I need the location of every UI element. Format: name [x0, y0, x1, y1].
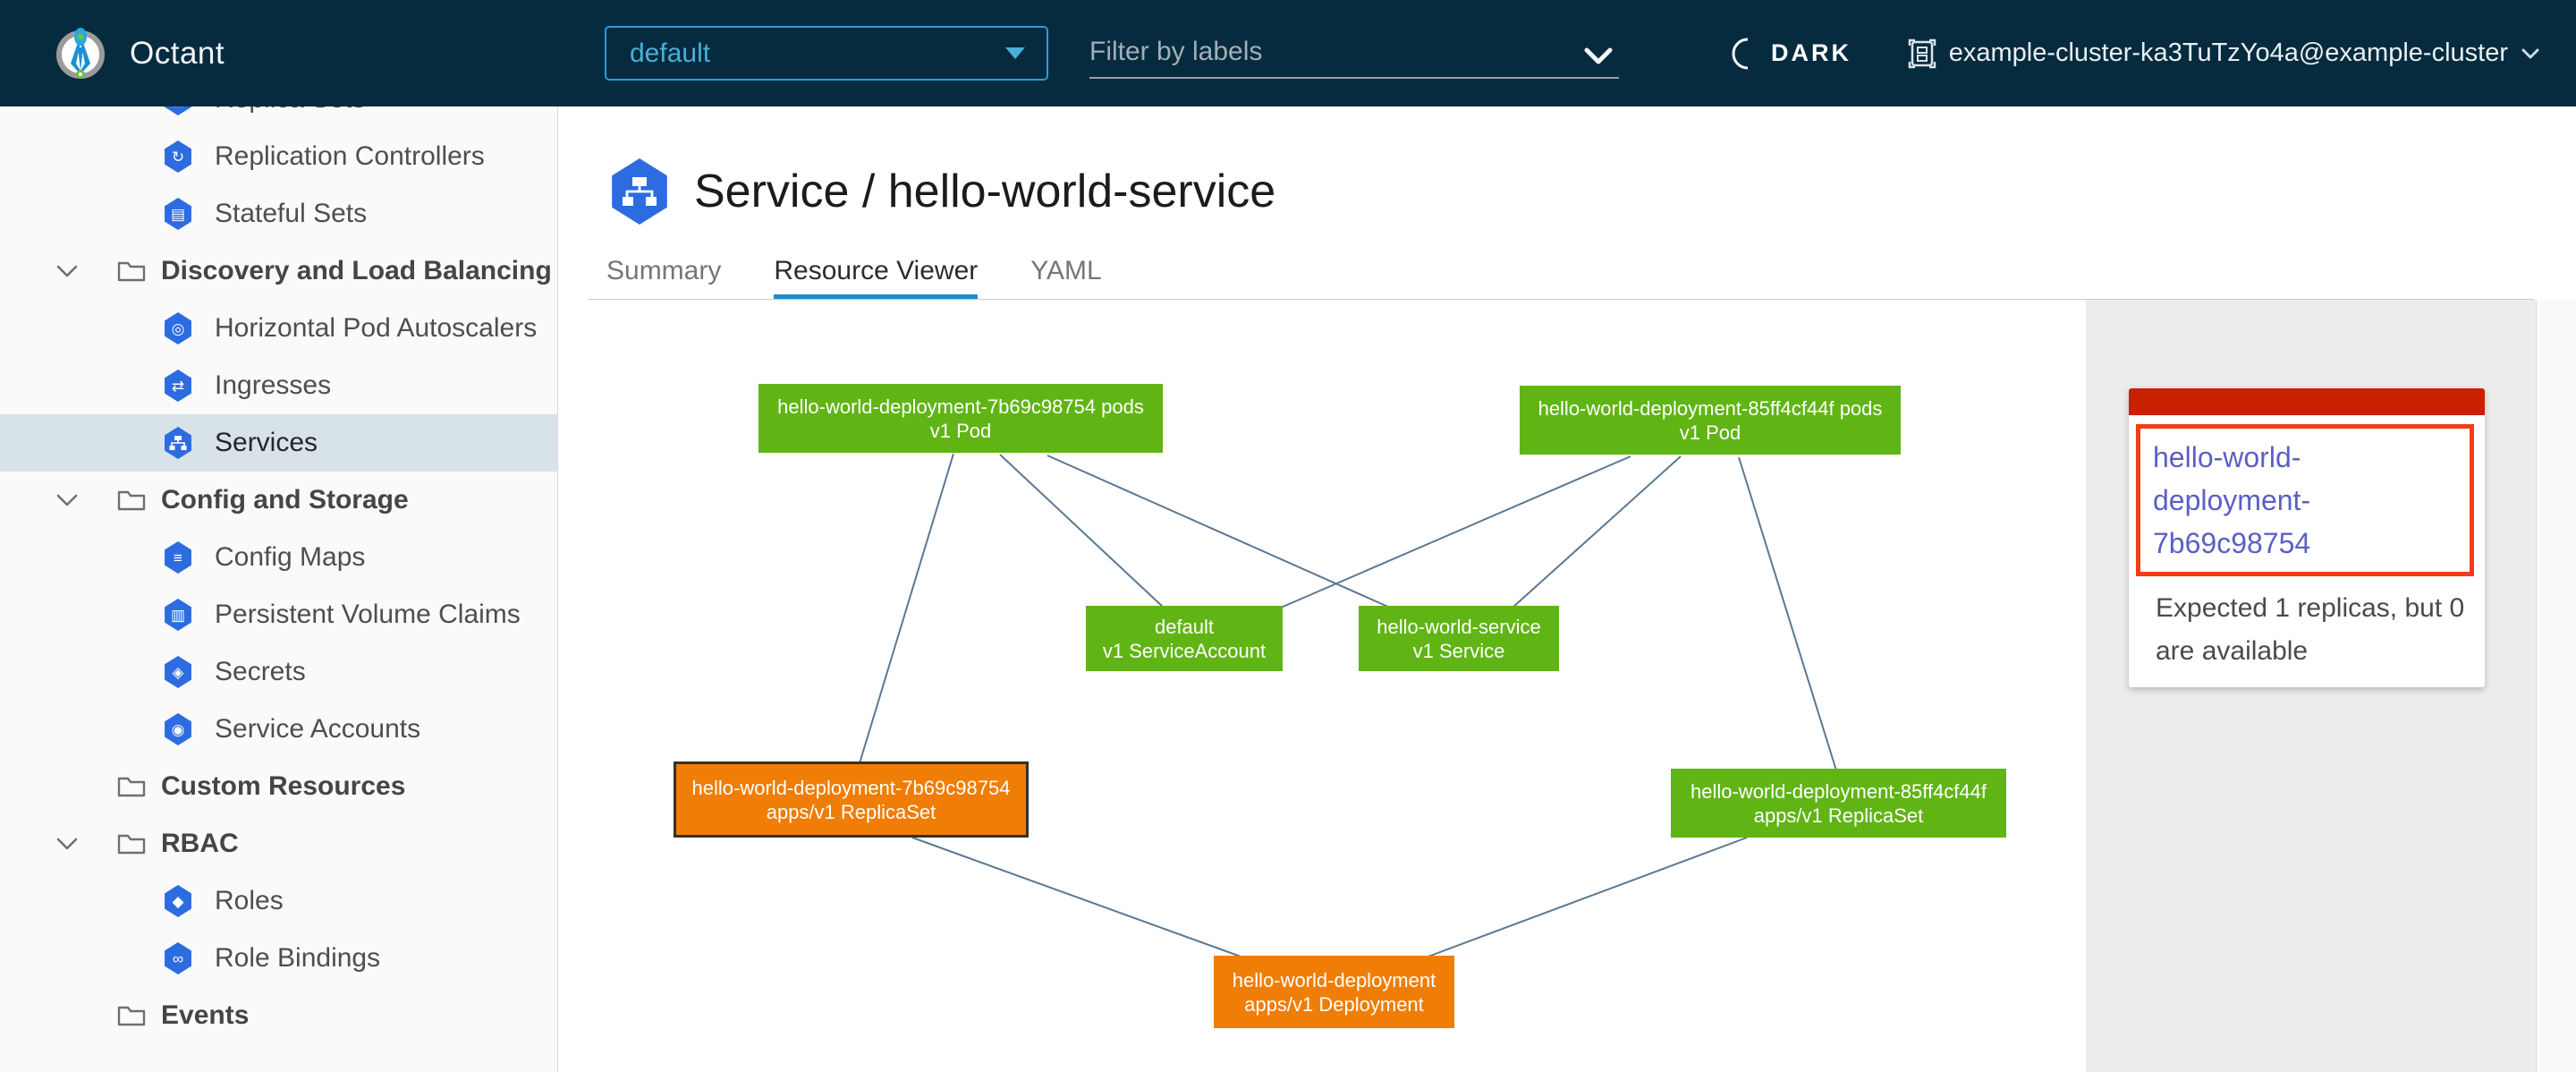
sidebar-item-replica-sets[interactable]: ▣ Replica Sets — [0, 106, 557, 128]
graph-node-serviceaccount-default[interactable]: default v1 ServiceAccount — [1086, 606, 1283, 671]
octant-logo — [51, 24, 110, 83]
right-gutter — [2536, 300, 2576, 1072]
sidebar-group-config-and-storage[interactable]: Config and Storage — [0, 472, 557, 529]
sidebar-item-secrets[interactable]: ◈ Secrets — [0, 643, 557, 701]
folder-icon — [116, 1003, 147, 1028]
sidebar-item-services[interactable]: Services — [0, 414, 557, 472]
graph-node-deployment-hello-world[interactable]: hello-world-deployment apps/v1 Deploymen… — [1214, 956, 1454, 1028]
brand: Octant — [51, 0, 225, 106]
sidebar-item-custom-resources[interactable]: Custom Resources — [0, 758, 557, 815]
sidebar-item-replication-controllers[interactable]: ↻ Replication Controllers — [0, 128, 557, 185]
graph-node-service-hello-world-service[interactable]: hello-world-service v1 Service — [1359, 606, 1559, 671]
status-message: Expected 1 replicas, but 0 are available — [2156, 587, 2469, 673]
tab-bar: Summary Resource Viewer YAML — [606, 255, 1102, 299]
main-content: Service / hello-world-service Summary Re… — [559, 106, 2576, 1072]
namespace-select[interactable]: default — [605, 26, 1048, 81]
page-title-text: Service / hello-world-service — [694, 165, 1275, 218]
sidebar-group-rbac[interactable]: RBAC — [0, 815, 557, 872]
ingresses-icon: ⇄ — [163, 370, 193, 402]
graph-node-pod-7b69c98754[interactable]: hello-world-deployment-7b69c98754 pods v… — [758, 384, 1163, 453]
tab-summary[interactable]: Summary — [606, 255, 721, 299]
sidebar-item-persistent-volume-claims[interactable]: ▥ Persistent Volume Claims — [0, 586, 557, 643]
stateful-sets-icon: ▤ — [163, 198, 193, 230]
cluster-selector[interactable]: example-cluster-ka3TuTzYo4a@example-clus… — [1908, 0, 2540, 106]
cluster-icon — [1908, 38, 1936, 69]
namespace-value: default — [630, 38, 710, 69]
sidebar-group-discovery-and-load-balancing[interactable]: Discovery and Load Balancing — [0, 242, 557, 300]
graph-node-pod-85ff4cf44f[interactable]: hello-world-deployment-85ff4cf44f pods v… — [1520, 386, 1901, 455]
pvc-icon: ▥ — [163, 599, 193, 631]
config-maps-icon: ≡ — [163, 541, 193, 574]
caret-down-icon — [1005, 47, 1025, 59]
selected-resource-highlight: hello-world-deployment-7b69c98754 — [2136, 424, 2474, 576]
label-filter-input[interactable]: Filter by labels — [1089, 27, 1619, 79]
cluster-label: example-cluster-ka3TuTzYo4a@example-clus… — [1949, 38, 2508, 68]
sidebar-item-config-maps[interactable]: ≡ Config Maps — [0, 529, 557, 586]
chevron-down-icon — [55, 264, 79, 278]
sidebar-nav: ▣ Replica Sets ↻ Replication Controllers… — [0, 106, 558, 1072]
sidebar-item-ingresses[interactable]: ⇄ Ingresses — [0, 357, 557, 414]
chevron-down-icon — [55, 837, 79, 851]
service-icon — [608, 158, 671, 225]
roles-icon: ◆ — [163, 885, 193, 917]
folder-icon — [116, 774, 147, 799]
replica-sets-icon: ▣ — [163, 106, 193, 115]
sidebar-item-service-accounts[interactable]: ◉ Service Accounts — [0, 701, 557, 758]
role-bindings-icon: ∞ — [163, 942, 193, 974]
app-body: ▣ Replica Sets ↻ Replication Controllers… — [0, 106, 2576, 1072]
page-title: Service / hello-world-service — [608, 158, 1275, 225]
sidebar-item-events[interactable]: Events — [0, 987, 557, 1044]
label-filter-placeholder: Filter by labels — [1089, 37, 1262, 67]
chevron-down-icon — [55, 493, 79, 507]
folder-icon — [116, 488, 147, 513]
status-danger-bar — [2129, 388, 2485, 415]
tab-yaml[interactable]: YAML — [1030, 255, 1101, 299]
folder-icon — [116, 259, 147, 284]
app-header: Octant default Filter by labels DARK — [0, 0, 2576, 106]
services-icon — [163, 427, 193, 459]
resource-link[interactable]: hello-world-deployment-7b69c98754 — [2153, 436, 2457, 565]
detail-panel: hello-world-deployment-7b69c98754 Expect… — [2086, 300, 2536, 1072]
sidebar-item-roles[interactable]: ◆ Roles — [0, 872, 557, 930]
theme-toggle-label: DARK — [1771, 39, 1852, 67]
resource-graph: hello-world-deployment-7b69c98754 pods v… — [559, 300, 2086, 1072]
graph-node-replicaset-85ff4cf44f[interactable]: hello-world-deployment-85ff4cf44f apps/v… — [1671, 769, 2006, 838]
chevron-down-icon — [1583, 47, 1614, 66]
theme-toggle[interactable]: DARK — [1726, 0, 1852, 106]
sidebar-item-stateful-sets[interactable]: ▤ Stateful Sets — [0, 185, 557, 242]
selected-resource-card: hello-world-deployment-7b69c98754 Expect… — [2129, 388, 2485, 687]
folder-icon — [116, 831, 147, 856]
octant-app: Octant default Filter by labels DARK — [0, 0, 2576, 1072]
app-title: Octant — [130, 36, 225, 72]
secrets-icon: ◈ — [163, 656, 193, 688]
service-accounts-icon: ◉ — [163, 713, 193, 745]
tab-resource-viewer[interactable]: Resource Viewer — [774, 255, 978, 299]
hpa-icon: ◎ — [163, 312, 193, 345]
sidebar-list: ▣ Replica Sets ↻ Replication Controllers… — [0, 106, 557, 1044]
sidebar-item-horizontal-pod-autoscalers[interactable]: ◎ Horizontal Pod Autoscalers — [0, 300, 557, 357]
moon-icon — [1726, 38, 1757, 70]
replication-controllers-icon: ↻ — [163, 140, 193, 173]
sidebar-item-role-bindings[interactable]: ∞ Role Bindings — [0, 930, 557, 987]
chevron-down-icon — [2521, 47, 2540, 60]
graph-node-replicaset-7b69c98754[interactable]: hello-world-deployment-7b69c98754 apps/v… — [674, 761, 1029, 838]
